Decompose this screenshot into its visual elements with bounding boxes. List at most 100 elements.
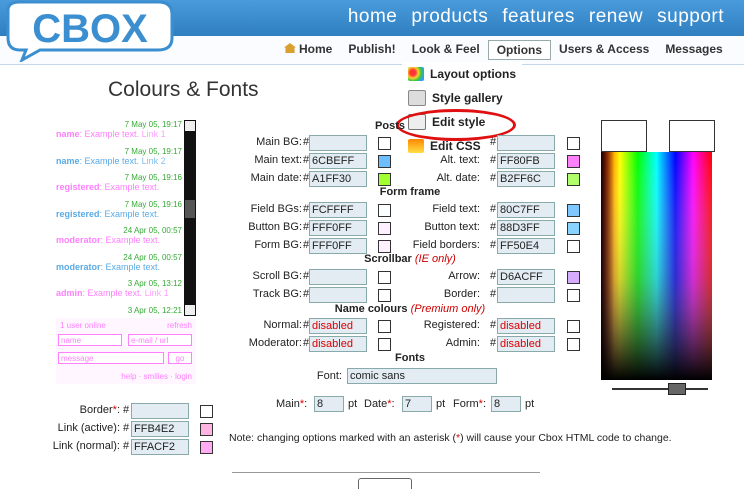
menu-item-style-gallery[interactable]: Style gallery [402, 86, 522, 110]
color-swatch[interactable] [378, 173, 391, 186]
font-size-input[interactable]: 8 [314, 396, 344, 412]
message-author[interactable]: moderator [56, 262, 101, 272]
color-swatch[interactable] [378, 222, 391, 235]
color-swatch[interactable] [378, 137, 391, 150]
message-author[interactable]: name [56, 156, 80, 166]
color-input[interactable]: FFF0FF [309, 220, 367, 236]
color-swatch[interactable] [567, 222, 580, 235]
color-input[interactable]: 80C7FF [497, 202, 555, 218]
chat-message-input[interactable]: message [58, 352, 164, 364]
color-swatch[interactable] [200, 405, 213, 418]
menu-item-layout-options[interactable]: Layout options [402, 62, 522, 86]
chat-name-input[interactable]: name [58, 334, 122, 346]
subnav-look-and-feel[interactable]: Look & Feel [404, 40, 488, 60]
scroll-thumb[interactable] [185, 200, 195, 218]
message-text: Example text. [105, 261, 161, 272]
color-input[interactable] [497, 287, 555, 303]
color-input[interactable]: FF50E4 [497, 238, 555, 254]
subnav-messages[interactable]: Messages [657, 40, 730, 60]
message-link[interactable]: Link 1 [142, 129, 166, 139]
color-swatch[interactable] [567, 155, 580, 168]
brightness-slider-handle[interactable] [668, 383, 686, 395]
scroll-down-arrow[interactable] [185, 305, 195, 315]
left-color-input[interactable]: FFACF2 [131, 439, 189, 455]
color-input[interactable]: 88D3FF [497, 220, 555, 236]
color-input[interactable] [309, 269, 367, 285]
color-input[interactable] [309, 135, 367, 151]
color-palette[interactable] [601, 152, 712, 380]
color-swatch[interactable] [567, 137, 580, 150]
hash-symbol: # [490, 221, 497, 233]
topnav-renew[interactable]: renew [589, 6, 643, 28]
subnav-publish[interactable]: Publish! [340, 40, 403, 60]
color-input[interactable]: B2FF6C [497, 171, 555, 187]
color-swatch[interactable] [378, 338, 391, 351]
size-unit: pt [525, 398, 535, 410]
color-swatch[interactable] [567, 338, 580, 351]
setting-label: Normal: [263, 319, 302, 331]
color-swatch[interactable] [567, 173, 580, 186]
color-swatch[interactable] [378, 320, 391, 333]
cbox-logo[interactable]: CBOX [0, 0, 180, 62]
font-size-input[interactable]: 8 [491, 396, 521, 412]
chat-message: 3 Apr 05, 13:12 admin: Example text. Link… [56, 279, 182, 298]
message-link[interactable]: Link 1 [145, 288, 169, 298]
left-color-input[interactable] [131, 403, 189, 419]
topnav-support[interactable]: support [657, 6, 724, 28]
message-author[interactable]: registered [56, 182, 100, 192]
color-input[interactable]: disabled [309, 318, 367, 334]
left-color-input[interactable]: FFB4E2 [131, 421, 189, 437]
message-timestamp: 7 May 05, 19:17 [124, 146, 182, 156]
color-swatch[interactable] [378, 240, 391, 253]
color-input[interactable]: disabled [497, 318, 555, 334]
subnav-home[interactable]: Home [276, 40, 340, 60]
color-input[interactable]: FFF0FF [309, 238, 367, 254]
font-input[interactable]: comic sans [347, 368, 497, 384]
chat-email-input[interactable]: e-mail / url [128, 334, 192, 346]
message-link[interactable]: Link 2 [142, 156, 166, 166]
color-input[interactable]: D6ACFF [497, 269, 555, 285]
color-input[interactable] [309, 287, 367, 303]
color-swatch[interactable] [378, 289, 391, 302]
scroll-up-arrow[interactable] [185, 121, 195, 131]
color-input[interactable]: FF80FB [497, 153, 555, 169]
chat-scrollbar[interactable] [184, 120, 196, 316]
color-input[interactable] [497, 135, 555, 151]
color-input[interactable]: 6CBEFF [309, 153, 367, 169]
font-size-input[interactable]: 7 [402, 396, 432, 412]
page-title: Colours & Fonts [108, 78, 259, 101]
top-nav: home products features renew support [348, 6, 724, 28]
save-button-partial[interactable] [358, 478, 412, 489]
subnav-options[interactable]: Options [487, 40, 552, 60]
color-input[interactable]: disabled [309, 336, 367, 352]
refresh-link[interactable]: refresh [167, 321, 192, 330]
chat-go-button[interactable]: go [168, 352, 192, 364]
color-preview-current [601, 120, 647, 152]
topnav-home[interactable]: home [348, 6, 398, 28]
color-swatch[interactable] [567, 271, 580, 284]
color-swatch[interactable] [200, 441, 213, 454]
message-author[interactable]: registered [56, 209, 100, 219]
setting-label: Main date: [250, 172, 302, 184]
color-swatch[interactable] [200, 423, 213, 436]
color-swatch[interactable] [378, 271, 391, 284]
message-line: registered: Example text. [56, 208, 160, 219]
message-author[interactable]: moderator [56, 235, 101, 245]
color-swatch[interactable] [378, 155, 391, 168]
color-swatch[interactable] [378, 204, 391, 217]
users-online: 1 user online [60, 321, 106, 330]
message-author[interactable]: admin [56, 288, 83, 298]
color-swatch[interactable] [567, 204, 580, 217]
subnav-users-access[interactable]: Users & Access [551, 40, 657, 60]
color-input[interactable]: FCFFFF [309, 202, 367, 218]
brightness-slider-track[interactable] [612, 388, 708, 390]
color-swatch[interactable] [567, 240, 580, 253]
chat-footer-links[interactable]: help · smilies · login [121, 372, 192, 381]
color-swatch[interactable] [567, 320, 580, 333]
color-input[interactable]: A1FF30 [309, 171, 367, 187]
color-swatch[interactable] [567, 289, 580, 302]
message-author[interactable]: name [56, 129, 80, 139]
topnav-products[interactable]: products [411, 6, 488, 28]
topnav-features[interactable]: features [502, 6, 575, 28]
color-input[interactable]: disabled [497, 336, 555, 352]
